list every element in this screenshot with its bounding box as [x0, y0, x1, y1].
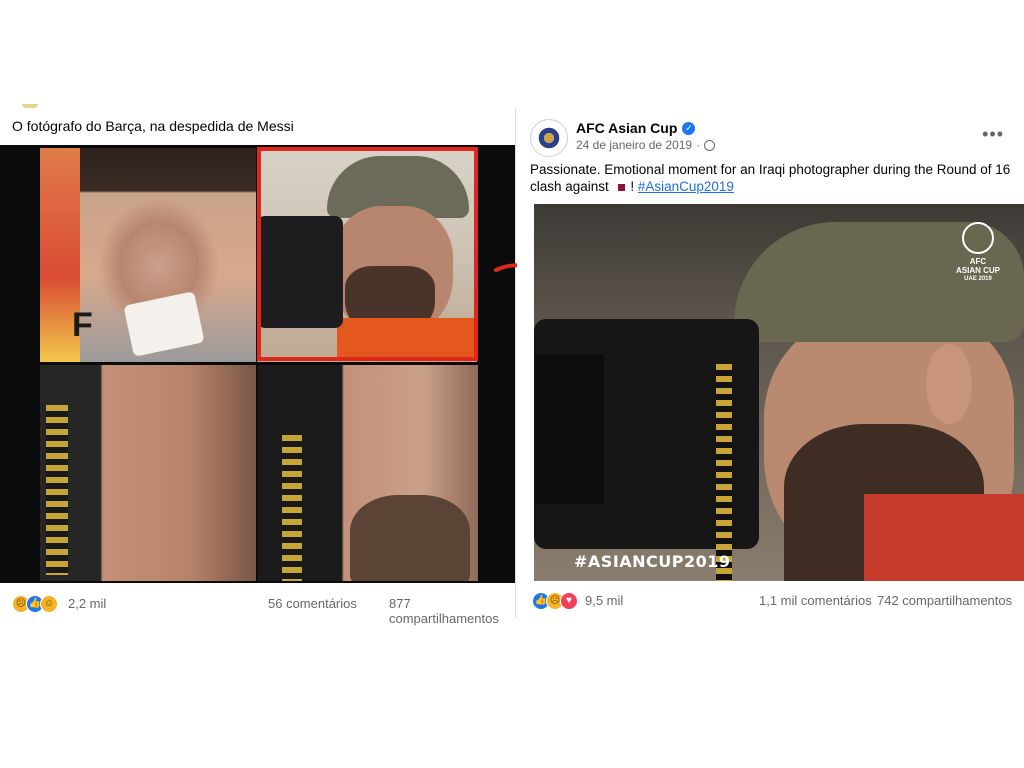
camera-lens	[534, 354, 604, 504]
qatar-flag-icon	[614, 183, 625, 191]
avatar-fragment	[22, 104, 38, 108]
watermark-line-2: ASIAN CUP	[955, 266, 1000, 275]
reaction-count[interactable]: 9,5 mil	[585, 593, 623, 608]
post-text: Passionate. Emotional moment for an Iraq…	[530, 161, 1015, 195]
left-post: O fotógrafo do Barça, na despedida de Me…	[0, 100, 515, 626]
collage-photo-closeup-right	[258, 365, 478, 581]
collage-photo-messi: F	[40, 148, 256, 362]
comments-count[interactable]: 56 comentários	[268, 596, 357, 611]
hashtag-link[interactable]: #AsianCup2019	[638, 179, 734, 194]
haha-reaction-icon: ☺	[40, 595, 58, 613]
page-name[interactable]: AFC Asian Cup	[576, 120, 677, 136]
post-text-tail: !	[626, 179, 638, 194]
shares-count[interactable]: 742 compartilhamentos	[877, 593, 1012, 608]
reaction-count[interactable]: 2,2 mil	[68, 596, 106, 611]
camera-strap	[282, 435, 302, 581]
camera-strap	[716, 364, 732, 581]
image-hashtag: #ASIANCUP2019	[574, 552, 731, 571]
page-name-row: AFC Asian Cup ✓	[576, 120, 696, 136]
afc-watermark-logo: AFC ASIAN CUP UAE 2019	[954, 222, 1002, 282]
post-image-collage[interactable]: F	[0, 145, 515, 583]
ear	[926, 344, 972, 424]
collage-photo-closeup-left	[40, 365, 256, 581]
comments-count[interactable]: 1,1 mil comentários	[759, 593, 872, 608]
shirt	[864, 494, 1024, 581]
more-options-icon[interactable]: •••	[982, 124, 1004, 145]
right-post: AFC Asian Cup ✓ 24 de janeiro de 2019 · …	[517, 108, 1024, 620]
shirt	[337, 318, 477, 358]
background-letter: F	[72, 306, 93, 344]
verified-badge-icon: ✓	[682, 121, 696, 135]
camera-strap	[46, 405, 68, 575]
watermark-line-3: UAE 2019	[964, 276, 992, 282]
globe-icon	[704, 139, 716, 151]
avatar[interactable]	[530, 119, 568, 157]
post-date[interactable]: 24 de janeiro de 2019	[576, 138, 692, 152]
afc-logo-icon	[537, 126, 561, 150]
collage-photo-photographer	[257, 148, 477, 362]
post-image[interactable]: AFC ASIAN CUP UAE 2019 #ASIANCUP2019	[534, 204, 1024, 581]
camera	[257, 216, 343, 328]
shares-count[interactable]: 877 compartilhamentos	[389, 596, 515, 626]
tissue	[123, 291, 205, 357]
watermark-line-1: AFC	[969, 257, 987, 266]
love-reaction-icon: ♥	[560, 592, 578, 610]
post-caption: O fotógrafo do Barça, na despedida de Me…	[12, 118, 294, 134]
post-date-row: 24 de janeiro de 2019 ·	[576, 138, 716, 152]
reaction-icons[interactable]: 👍 ☹ ♥	[532, 592, 578, 610]
reaction-icons[interactable]: ☹ 👍 ☺	[12, 595, 58, 613]
beard	[350, 495, 470, 581]
post-text-body: Passionate. Emotional moment for an Iraq…	[530, 162, 1011, 194]
afc-emblem-icon	[962, 222, 994, 254]
post-divider	[515, 108, 516, 618]
